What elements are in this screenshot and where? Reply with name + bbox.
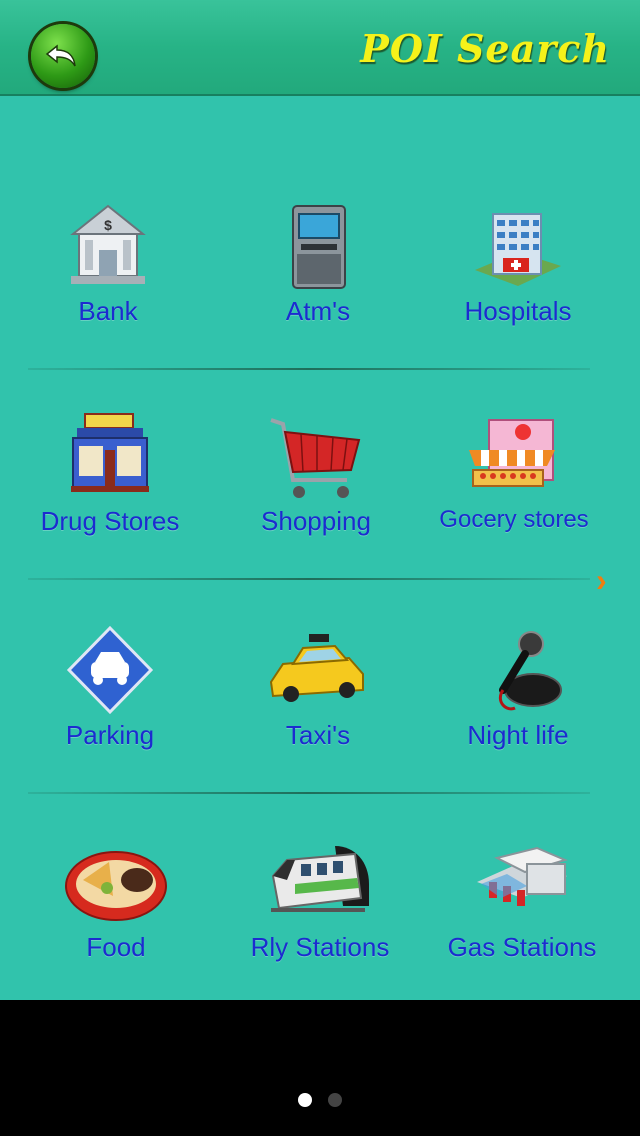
category-row: Parking Taxi's Night life [0,624,640,834]
category-row: $ Bank Atm's Hospitals [0,200,640,410]
category-row: Food Rly Stations Gas Stations [0,836,640,1000]
gas-station-icon [477,846,568,906]
category-label: Taxi's [285,720,351,750]
category-gas-stations[interactable]: Gas Stations [422,836,622,1000]
category-food[interactable]: Food [16,836,216,1000]
category-label: Night life [467,720,569,750]
row-divider [28,578,590,580]
microphone-icon [498,631,562,711]
parking-icon [66,625,154,715]
category-parking[interactable]: Parking [10,624,210,824]
category-shopping[interactable]: Shopping [216,410,416,610]
row-divider [28,792,590,794]
svg-text:$: $ [104,217,112,233]
category-grocery-stores[interactable]: Gocery stores [414,410,614,610]
category-taxi[interactable]: Taxi's [218,624,418,824]
train-icon [271,846,369,912]
grocery-store-icon [469,419,555,487]
category-night-life[interactable]: Night life [418,624,618,824]
page-dot[interactable] [328,1093,342,1107]
row-divider [28,368,590,370]
category-rly-stations[interactable]: Rly Stations [220,836,420,1000]
category-label: Drug Stores [40,506,180,536]
page-indicator [0,1093,640,1112]
food-plate-icon [65,851,167,921]
page-title: POI Search [360,26,610,71]
category-atm[interactable]: Atm's [218,200,418,400]
category-label: Hospitals [464,296,572,326]
category-label: Gocery stores [439,506,589,533]
category-drug-stores[interactable]: Drug Stores [10,410,210,610]
page-dot-active[interactable] [298,1093,312,1107]
back-arrow-icon [45,44,76,67]
category-label: Shopping [261,506,371,536]
category-label: Bank [78,296,138,326]
poi-search-screen: POI Search $ Bank Atm's Hospitals Drug S… [0,0,640,1000]
hospital-icon [475,213,561,286]
category-hospitals[interactable]: Hospitals [418,200,618,400]
category-label: Food [86,932,146,962]
chevron-right-icon[interactable]: › [596,562,607,599]
category-label: Rly Stations [250,932,390,962]
bank-icon: $ [70,204,146,284]
atm-icon [292,205,346,289]
taxi-icon [269,634,364,702]
drug-store-icon [71,413,149,492]
back-button[interactable] [31,24,95,88]
category-label: Parking [65,720,155,750]
shopping-cart-icon [270,418,361,498]
category-label: Gas Stations [447,932,597,962]
category-row: Drug Stores Shopping Gocery stores [0,410,640,620]
header-bar: POI Search [0,0,640,96]
category-bank[interactable]: $ Bank [8,200,208,400]
category-label: Atm's [285,296,351,326]
